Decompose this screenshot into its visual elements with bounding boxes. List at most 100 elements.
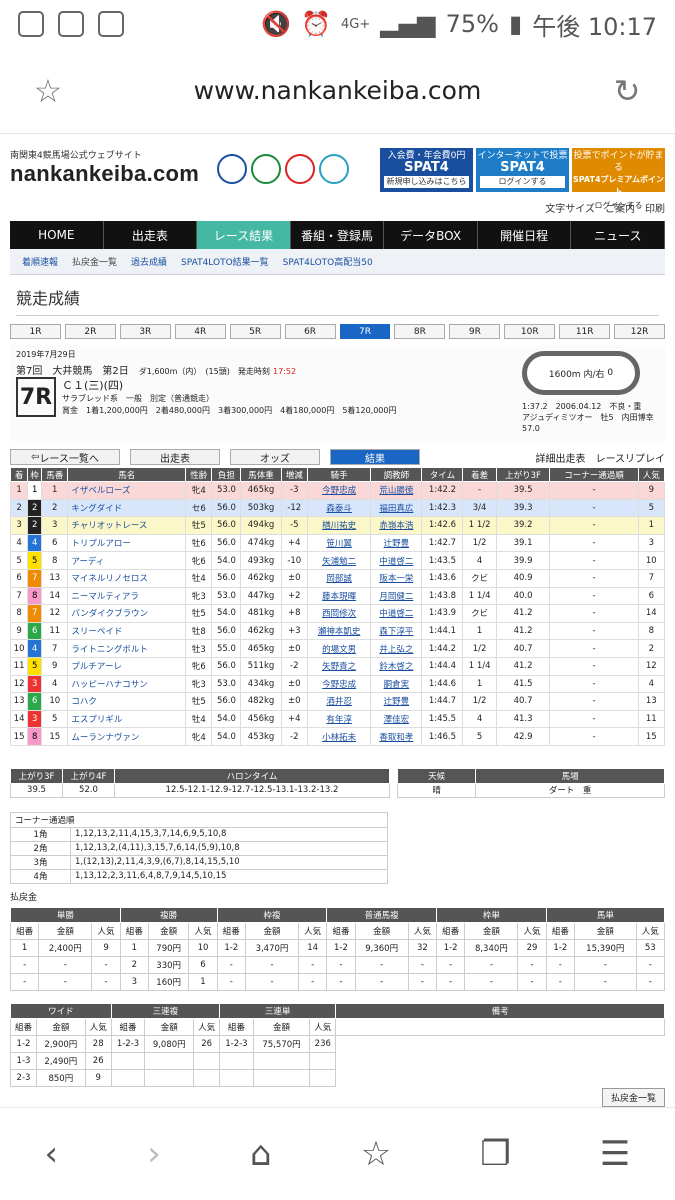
race-tab[interactable]: 10R bbox=[504, 324, 556, 339]
bookmark-star-icon[interactable]: ☆ bbox=[28, 72, 68, 110]
table-cell[interactable]: 井上弘之 bbox=[370, 639, 423, 658]
table-cell[interactable]: 今野忠成 bbox=[306, 674, 372, 694]
race-tab[interactable]: 1R bbox=[10, 324, 61, 339]
horse-name-link[interactable]: マイネルリノセロス bbox=[67, 568, 187, 588]
race-tab[interactable]: 2R bbox=[64, 324, 116, 339]
table-cell[interactable]: 瀬神本凱史 bbox=[306, 621, 372, 641]
guide-link[interactable]: ご案内 bbox=[605, 200, 635, 215]
subnav-loto50[interactable]: SPAT4LOTO高配当50 bbox=[283, 255, 373, 268]
table-cell[interactable]: 辻野豊 bbox=[370, 533, 423, 553]
horse-name-link[interactable]: ニーマルティアラ bbox=[67, 586, 187, 606]
horse-name-link[interactable]: ハッピーハナコサン bbox=[67, 674, 187, 694]
table-cell[interactable]: 有年淳 bbox=[306, 709, 372, 729]
detail-card-link[interactable]: 詳細出走表 bbox=[536, 450, 586, 465]
nav-news[interactable]: ニュース bbox=[571, 221, 666, 249]
table-cell[interactable]: 矢浦勉二 bbox=[306, 551, 372, 570]
subnav-flash[interactable]: 着順速報 bbox=[22, 255, 58, 268]
table-cell[interactable]: 西岡修次 bbox=[306, 604, 372, 623]
horse-name-link[interactable]: ムーランナヴァン bbox=[67, 727, 187, 746]
home-icon[interactable]: ⌂ bbox=[250, 1134, 272, 1174]
odds-tab[interactable]: オッズ bbox=[230, 449, 320, 465]
subnav-past[interactable]: 過去成績 bbox=[131, 255, 167, 268]
nav-databox[interactable]: データBOX bbox=[384, 221, 478, 249]
back-icon[interactable]: ‹ bbox=[45, 1134, 59, 1174]
table-cell[interactable]: 月岡健二 bbox=[370, 586, 423, 606]
table-cell[interactable]: 鈴木啓之 bbox=[370, 656, 423, 676]
table-cell[interactable]: 酒井忍 bbox=[306, 692, 372, 711]
table-cell[interactable]: 笹川翼 bbox=[306, 533, 372, 553]
table-cell: - bbox=[216, 972, 246, 991]
table-cell[interactable]: 香取和孝 bbox=[370, 727, 423, 746]
payout-list-button[interactable]: 払戻金一覧 bbox=[601, 1088, 665, 1107]
horse-name-link[interactable]: スリーペイド bbox=[67, 621, 187, 641]
horse-name-link[interactable]: コハク bbox=[67, 692, 187, 711]
urawa-logo-icon[interactable] bbox=[217, 154, 248, 184]
subnav-loto[interactable]: SPAT4LOTO結果一覧 bbox=[181, 255, 269, 268]
race-tab[interactable]: 9R bbox=[449, 324, 501, 339]
race-tab[interactable]: 5R bbox=[229, 324, 281, 339]
back-to-list-button[interactable]: ⇦ レース一覧へ bbox=[10, 449, 120, 465]
reload-icon[interactable]: ↻ bbox=[607, 72, 647, 110]
nav-programs[interactable]: 番組・登録馬 bbox=[291, 221, 385, 249]
table-cell[interactable]: 澤佳宏 bbox=[370, 709, 423, 729]
table-cell[interactable]: 中道啓二 bbox=[370, 551, 423, 570]
table-cell[interactable]: 藤本現暉 bbox=[306, 586, 372, 606]
result-tab[interactable]: 結果 bbox=[330, 449, 420, 465]
forward-icon[interactable]: › bbox=[147, 1134, 161, 1174]
table-cell[interactable]: 阪本一栄 bbox=[370, 568, 423, 588]
horse-name-link[interactable]: パンダイクブラウン bbox=[67, 604, 187, 623]
url-text[interactable]: www.nankankeiba.com bbox=[194, 76, 482, 105]
table-cell: 41.2 bbox=[495, 656, 551, 676]
spat4-signup-banner[interactable]: 入会費・年会費0円 SPAT4 新規申し込みはこちら bbox=[380, 148, 473, 192]
table-cell[interactable]: 楢川祐史 bbox=[306, 516, 372, 535]
funabashi-logo-icon[interactable] bbox=[251, 154, 282, 184]
nav-schedule[interactable]: 開催日程 bbox=[478, 221, 572, 249]
spat4-points-banner[interactable]: 投票でポイントが貯まる SPAT4プレミアムポイント ログインする bbox=[572, 148, 665, 212]
card-tab[interactable]: 出走表 bbox=[130, 449, 220, 465]
horse-name-link[interactable]: プルチアーレ bbox=[67, 656, 187, 676]
table-cell[interactable]: 福田真広 bbox=[370, 498, 423, 518]
horse-name-link[interactable]: チャリオットレース bbox=[67, 516, 187, 535]
race-tab[interactable]: 11R bbox=[559, 324, 611, 339]
table-cell: 56.0 bbox=[211, 692, 242, 711]
table-cell[interactable]: 矢野貴之 bbox=[306, 656, 372, 676]
subnav-payouts[interactable]: 払戻金一覧 bbox=[72, 255, 117, 268]
table-cell[interactable]: 中道啓二 bbox=[370, 604, 423, 623]
tck-logo-icon[interactable] bbox=[285, 154, 316, 184]
bookmarks-icon[interactable]: ☆ bbox=[361, 1134, 391, 1174]
table-cell[interactable]: 森泰斗 bbox=[306, 498, 372, 518]
table-cell[interactable]: 荒山勝徳 bbox=[370, 481, 423, 500]
menu-icon[interactable]: ☰ bbox=[600, 1134, 630, 1174]
race-tab[interactable]: 6R bbox=[284, 324, 336, 339]
tabs-icon[interactable]: ❐ bbox=[480, 1134, 510, 1174]
nav-results[interactable]: レース結果 bbox=[197, 221, 291, 249]
table-cell: - bbox=[216, 955, 246, 974]
horse-name-link[interactable]: イザベルローズ bbox=[67, 481, 187, 500]
table-cell[interactable]: 小林拓未 bbox=[306, 727, 372, 746]
race-tab[interactable]: 8R bbox=[394, 324, 446, 339]
horse-name-link[interactable]: キングダイド bbox=[67, 498, 187, 518]
race-tab[interactable]: 4R bbox=[174, 324, 226, 339]
race-tab[interactable]: 3R bbox=[119, 324, 171, 339]
horse-name-link[interactable]: ライトニングボルト bbox=[67, 639, 187, 658]
font-size-button[interactable]: 文字サイズ bbox=[545, 200, 595, 215]
table-cell[interactable]: 的場文男 bbox=[306, 639, 372, 658]
horse-name-link[interactable]: トリプルアロー bbox=[67, 533, 187, 553]
table-cell[interactable]: 赤嶺本浩 bbox=[370, 516, 423, 535]
spat4-login-banner[interactable]: インターネットで投票 SPAT4 ログインする bbox=[476, 148, 569, 192]
table-cell[interactable]: 辻野豊 bbox=[370, 692, 423, 711]
table-cell[interactable]: 森下淳平 bbox=[370, 621, 423, 641]
nav-home[interactable]: HOME bbox=[10, 221, 104, 249]
replay-link[interactable]: レースリプレイ bbox=[596, 450, 666, 465]
kawasaki-logo-icon[interactable] bbox=[319, 154, 350, 184]
nav-entries[interactable]: 出走表 bbox=[104, 221, 198, 249]
table-cell[interactable]: 今野忠成 bbox=[306, 481, 372, 500]
race-tab-active[interactable]: 7R bbox=[339, 324, 391, 339]
site-logo[interactable]: nankankeiba.com bbox=[10, 161, 199, 187]
table-cell[interactable]: 岡部誠 bbox=[306, 568, 372, 588]
race-tab[interactable]: 12R bbox=[614, 324, 666, 339]
table-cell[interactable]: 胴倉実 bbox=[370, 674, 423, 694]
horse-name-link[interactable]: エスプリギル bbox=[67, 709, 187, 729]
horse-name-link[interactable]: アーディ bbox=[67, 551, 187, 570]
print-button[interactable]: 印刷 bbox=[645, 200, 665, 215]
